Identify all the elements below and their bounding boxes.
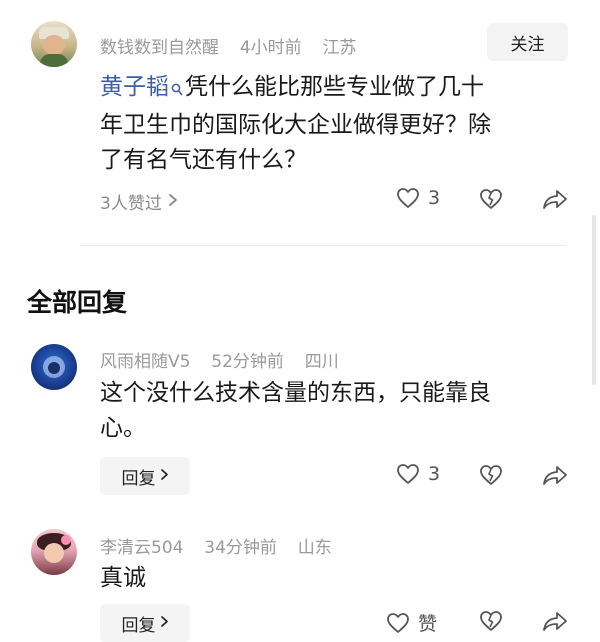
scrollbar[interactable] xyxy=(592,215,596,385)
post-text-line2: 年卫生巾的国际化大企业做得更好？除 xyxy=(100,112,491,138)
likes-summary-text: 3人赞过 xyxy=(100,194,162,214)
reply-like-button[interactable]: 赞 xyxy=(386,609,437,636)
reply-username[interactable]: 风雨相随V5 xyxy=(100,352,190,372)
chevron-right-icon xyxy=(168,192,178,212)
post-like-count: 3 xyxy=(428,187,441,209)
mention-name[interactable]: 黄子韬 xyxy=(100,74,169,100)
broken-heart-icon[interactable] xyxy=(479,464,503,490)
broken-heart-icon[interactable] xyxy=(479,610,503,636)
post-username[interactable]: 数钱数到自然醒 xyxy=(100,38,219,58)
reply-avatar[interactable] xyxy=(31,529,77,575)
reply-text: 真诚 xyxy=(100,561,146,596)
share-arrow-icon[interactable] xyxy=(542,610,568,636)
reply-like-label: 赞 xyxy=(418,613,438,635)
reply-location: 四川 xyxy=(304,352,339,372)
post-meta: 数钱数到自然醒 4小时前 江苏 xyxy=(100,33,356,58)
post-text-line1: 凭什么能比那些专业做了几十 xyxy=(185,74,484,100)
reply-time: 34分钟前 xyxy=(204,538,277,558)
post-like-button[interactable]: 3 xyxy=(396,187,440,209)
reply-text-line1: 真诚 xyxy=(100,565,146,591)
reply-text-line1: 这个没什么技术含量的东西，只能靠良 xyxy=(100,380,491,406)
reply-button-label: 回复 xyxy=(121,468,156,489)
reply-meta: 李清云504 34分钟前 山东 xyxy=(100,533,332,558)
chevron-right-icon xyxy=(160,613,169,633)
share-arrow-icon[interactable] xyxy=(542,464,568,490)
reply-like-button[interactable]: 3 xyxy=(396,463,440,485)
post-location: 江苏 xyxy=(322,38,357,58)
reply-button[interactable]: 回复 xyxy=(100,457,190,495)
mention-link[interactable]: 黄子韬 xyxy=(100,74,185,100)
divider xyxy=(80,245,566,246)
reply-meta: 风雨相随V5 52分钟前 四川 xyxy=(100,347,339,372)
reply-button-label: 回复 xyxy=(121,615,156,636)
chevron-right-icon xyxy=(160,466,169,486)
section-title: 全部回复 xyxy=(27,288,128,317)
broken-heart-icon[interactable] xyxy=(479,188,503,214)
post-time: 4小时前 xyxy=(239,38,302,58)
share-arrow-icon[interactable] xyxy=(542,188,568,214)
post-text-line3: 了有名气还有什么？ xyxy=(100,147,307,173)
heart-outline-icon xyxy=(396,463,420,485)
follow-button[interactable]: 关注 xyxy=(487,23,568,61)
reply-time: 52分钟前 xyxy=(211,352,284,372)
search-small-icon xyxy=(171,73,183,108)
reply-button[interactable]: 回复 xyxy=(100,604,190,642)
reply-like-count: 3 xyxy=(428,463,441,485)
post-avatar[interactable] xyxy=(31,21,77,67)
reply-text: 这个没什么技术含量的东西，只能靠良 心。 xyxy=(100,376,570,446)
reply-avatar[interactable] xyxy=(31,344,77,390)
reply-text-line2: 心。 xyxy=(100,415,146,441)
reply-username[interactable]: 李清云504 xyxy=(100,538,183,558)
reply-location: 山东 xyxy=(297,538,332,558)
likes-summary-link[interactable]: 3人赞过 xyxy=(100,189,178,214)
heart-outline-icon xyxy=(396,187,420,209)
heart-outline-icon xyxy=(386,612,410,634)
post-text: 黄子韬 凭什么能比那些专业做了几十 年卫生巾的国际化大企业做得更好？除 了有名气还… xyxy=(100,70,570,178)
